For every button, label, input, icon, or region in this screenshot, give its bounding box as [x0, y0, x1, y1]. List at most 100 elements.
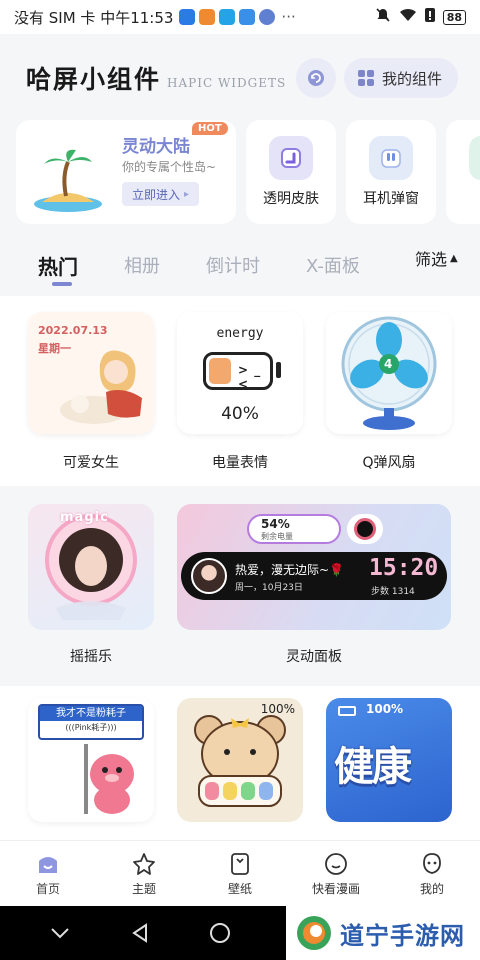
- comic-icon: [325, 852, 347, 875]
- caret-up-icon: ▲: [450, 252, 458, 264]
- back-button[interactable]: [110, 922, 170, 944]
- nav-label: 壁纸: [227, 881, 252, 896]
- mute-icon: [375, 7, 391, 27]
- battery-pill: 54% 剩余电量: [247, 514, 341, 544]
- tab-x-panel[interactable]: X-面板: [306, 252, 360, 278]
- widget-label: 灵动面板: [286, 649, 342, 665]
- nav-comic[interactable]: 快看漫画: [301, 851, 371, 897]
- widget-label: 电量表情: [212, 455, 268, 471]
- nav-home[interactable]: 首页: [13, 851, 83, 897]
- sign-title: 我才不是粉耗子: [40, 706, 142, 721]
- active-tab-indicator: [52, 282, 72, 286]
- notification-icons: [179, 9, 276, 25]
- battery-small-icon: [338, 706, 356, 716]
- ring-pill: [347, 514, 383, 544]
- dynamic-island-card[interactable]: 灵动大陆 HOT 你的专属个性岛~ 立即进入 ▸: [16, 120, 236, 224]
- island-illustration: [34, 149, 102, 212]
- nav-theme[interactable]: 主题: [109, 851, 179, 897]
- arrow-right-icon: ▸: [184, 188, 190, 200]
- widget-row-3: 我才不是粉耗子 (((Pink耗子))) 100% 100% 健康: [0, 686, 480, 840]
- widget-battery-face[interactable]: energy > _ < 40%: [177, 312, 303, 434]
- battery-eyes: > _ <: [238, 363, 262, 391]
- nav-profile[interactable]: 我的: [397, 851, 467, 897]
- carrier-time: 没有 SIM 卡 中午11:53: [14, 8, 174, 27]
- tile-label: 透明皮肤: [263, 191, 319, 207]
- tile-image[interactable]: 图: [446, 120, 480, 224]
- enter-now-label: 立即进入: [132, 187, 181, 202]
- watermark-logo: [297, 916, 331, 950]
- tab-hot[interactable]: 热门: [38, 251, 78, 280]
- image-icon: [469, 136, 480, 180]
- tile-label: 耳机弹窗: [363, 191, 419, 207]
- status-bar: 没有 SIM 卡 中午11:53 ··· 88: [0, 0, 480, 34]
- collapse-button[interactable]: [30, 926, 90, 940]
- widget-dynamic-panel[interactable]: 54% 剩余电量 热爱，漫无边际~🌹 周一，10月23日 15:20 步数 13…: [177, 504, 451, 630]
- sign-board: 我才不是粉耗子 (((Pink耗子))): [38, 704, 144, 740]
- refresh-icon: [307, 70, 324, 86]
- hot-badge: HOT: [192, 122, 228, 135]
- filter-button[interactable]: 筛选 ▲: [415, 246, 458, 270]
- bottom-navigation: 首页 主题 壁纸 快看漫画 我的: [0, 840, 480, 906]
- tab-album[interactable]: 相册: [124, 252, 160, 278]
- bulb-app-icon: [239, 9, 256, 25]
- mirror-frame-illustration: [45, 514, 137, 620]
- profile-icon: [423, 852, 441, 874]
- search-app-icon: [219, 9, 236, 25]
- pill-percent: 54%: [261, 517, 290, 531]
- widget-pink-rat-sign[interactable]: 我才不是粉耗子 (((Pink耗子))): [28, 698, 154, 822]
- fan-speed-badge: 4: [384, 357, 393, 371]
- tile-transparent-skin[interactable]: 透明皮肤: [246, 120, 336, 224]
- widget-label: Q弹风扇: [362, 455, 416, 471]
- nav-wallpaper[interactable]: 壁纸: [205, 851, 275, 897]
- more-notifications-icon: ···: [281, 8, 296, 26]
- widget-shake[interactable]: magic: [28, 504, 154, 630]
- home-circle-icon: [210, 923, 230, 943]
- back-triangle-icon: [132, 923, 147, 943]
- island-time: 15:20: [369, 555, 439, 581]
- tile-earphone-popup[interactable]: 耳机弹窗: [346, 120, 436, 224]
- tab-countdown[interactable]: 倒计时: [206, 252, 260, 278]
- energy-title: energy: [216, 326, 264, 341]
- filter-label: 筛选: [415, 250, 448, 269]
- widget-bear-battery[interactable]: 100%: [177, 698, 303, 822]
- fan-icon: [341, 316, 437, 430]
- earphone-popup-icon: [369, 136, 413, 180]
- island-date: 周一，10月23日: [235, 583, 303, 593]
- video-app-icon: [199, 9, 216, 25]
- widget-cute-girl[interactable]: 2022.07.13 星期一: [28, 312, 154, 434]
- home-system-button[interactable]: [190, 921, 250, 945]
- system-navigation-bar: 道宁手游网: [0, 906, 480, 960]
- theme-star-icon: [133, 852, 155, 875]
- widget-health-battery[interactable]: 100% 健康: [326, 698, 452, 822]
- feature-carousel[interactable]: 灵动大陆 HOT 你的专属个性岛~ 立即进入 ▸ 透明皮肤 耳机弹窗 图: [16, 120, 480, 224]
- pill-sub: 剩余电量: [261, 532, 293, 541]
- pink-beaver-illustration: [84, 744, 134, 814]
- my-widgets-label: 我的组件: [381, 69, 442, 88]
- sign-sub: (((Pink耗子))): [65, 723, 117, 732]
- date-text: 2022.07.13: [38, 324, 108, 337]
- nav-label: 首页: [35, 881, 60, 896]
- refresh-button[interactable]: [295, 58, 336, 98]
- my-widgets-button[interactable]: 我的组件: [343, 58, 458, 98]
- app-notification-icon: [179, 9, 196, 25]
- health-percent: 100%: [366, 702, 404, 716]
- watermark: 道宁手游网: [286, 906, 480, 960]
- wallpaper-icon: [231, 852, 249, 875]
- home-icon: [39, 856, 57, 873]
- energy-percent: 40%: [221, 404, 259, 424]
- widget-label: 可爱女生: [63, 455, 119, 471]
- battery-face-icon: > _ <: [203, 352, 273, 391]
- island-message: 热爱，漫无边际~🌹: [235, 563, 344, 577]
- music-app-icon: [259, 9, 276, 25]
- alert-icon: [424, 7, 435, 27]
- nav-label: 主题: [131, 881, 156, 896]
- enter-now-button[interactable]: 立即进入 ▸: [122, 182, 200, 206]
- battery-tip: [276, 362, 281, 378]
- nav-label: 我的: [419, 881, 444, 896]
- widget-row-2: magic 摇摇乐 54% 剩余电量 热爱，漫无边际~🌹 周一，10月23日 1…: [0, 486, 480, 686]
- widget-q-fan[interactable]: 4: [326, 312, 452, 434]
- category-tabs: 热门 相册 倒计时 X-面板: [0, 240, 480, 290]
- transparent-skin-icon: [269, 136, 313, 180]
- nav-label: 快看漫画: [311, 881, 360, 896]
- record-ring-icon: [354, 518, 376, 540]
